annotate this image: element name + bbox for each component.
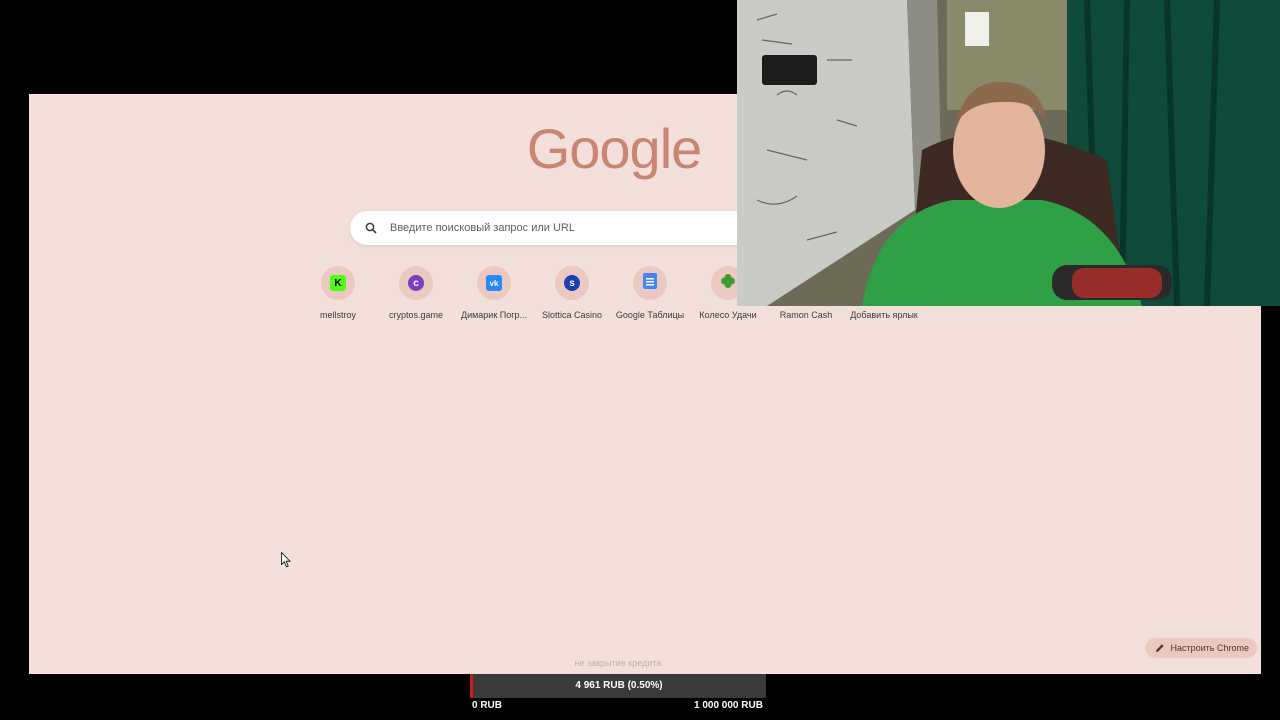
shortcut-slottica[interactable]: s Slottica Casino: [533, 266, 611, 320]
shortcut-label: Колесо Удачи: [699, 310, 757, 320]
shortcut-tile: vk: [477, 266, 511, 300]
shortcut-tile: [633, 266, 667, 300]
progress-max-label: 1 000 000 RUB: [694, 700, 763, 711]
progress-value: 4 961 RUB (0.50%): [575, 680, 663, 691]
slottica-icon: s: [564, 275, 580, 291]
mouse-cursor-icon: [281, 551, 291, 573]
clover-icon: [720, 273, 736, 294]
progress-bar: 4 961 RUB (0.50%): [470, 674, 766, 698]
shortcut-label: Ramon Cash: [779, 310, 833, 320]
progress-caption: не закрытие кредита: [574, 658, 662, 668]
shortcut-label: Димарик Погр...: [460, 310, 528, 320]
shortcut-mellstroy[interactable]: K mellstroy: [299, 266, 377, 320]
screen: Google K mellstroy c cryptos.: [0, 0, 1280, 720]
shortcut-cryptos-game[interactable]: c cryptos.game: [377, 266, 455, 320]
search-icon: [364, 221, 378, 235]
shortcut-tile: K: [321, 266, 355, 300]
customize-chrome-button[interactable]: Настроить Chrome: [1144, 638, 1257, 658]
webcam-overlay: [737, 0, 1280, 306]
shortcut-label: Google Таблицы: [615, 310, 685, 320]
sheets-icon: [643, 272, 657, 294]
shortcut-google-sheets[interactable]: Google Таблицы: [611, 266, 689, 320]
shortcut-dimarik[interactable]: vk Димарик Погр...: [455, 266, 533, 320]
pencil-icon: [1155, 643, 1165, 653]
google-logo: Google: [526, 117, 703, 180]
shortcut-label: Slottica Casino: [541, 310, 603, 320]
vk-icon: vk: [486, 275, 502, 291]
shortcut-label: mellstroy: [319, 310, 356, 320]
shortcut-tile: s: [555, 266, 589, 300]
shortcut-label: cryptos.game: [388, 310, 444, 320]
kick-icon: K: [330, 275, 346, 291]
webcam-scene: [737, 0, 1280, 306]
shortcut-tile: c: [399, 266, 433, 300]
cryptos-icon: c: [408, 275, 424, 291]
shortcut-label: Добавить ярлык: [850, 310, 918, 320]
progress-min-label: 0 RUB: [472, 700, 503, 711]
customize-label: Настроить Chrome: [1170, 643, 1250, 653]
